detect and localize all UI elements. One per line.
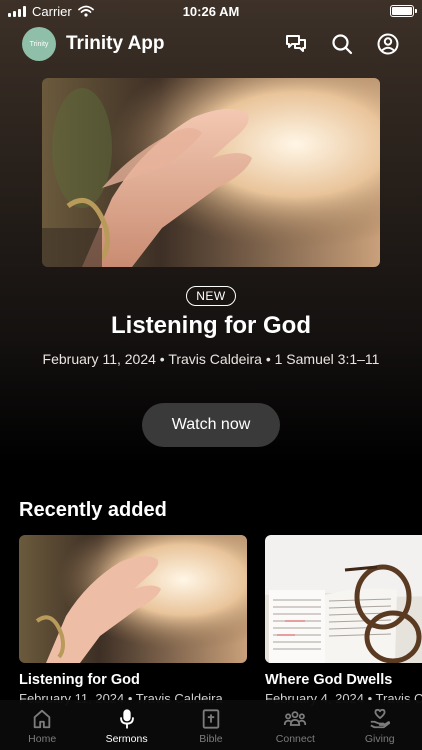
tab-bar: Home Sermons Bible Connect Giving xyxy=(0,700,422,750)
app-logo: Trinity xyxy=(22,27,56,61)
battery-icon xyxy=(389,5,417,17)
tab-label: Home xyxy=(28,733,57,745)
app-title: Trinity App xyxy=(66,33,165,54)
recently-added-heading: Recently added xyxy=(19,499,167,521)
tab-giving[interactable]: Giving xyxy=(338,707,422,750)
messages-icon[interactable] xyxy=(284,32,308,56)
card-title: Listening for God xyxy=(19,672,140,688)
tab-label: Bible xyxy=(199,733,223,745)
hero-meta: February 11, 2024 • Travis Caldeira • 1 … xyxy=(42,351,380,367)
tab-label: Sermons xyxy=(105,733,148,745)
carrier-label: Carrier xyxy=(32,3,72,19)
praying-hands-photo xyxy=(19,535,247,663)
new-badge: NEW xyxy=(186,286,236,306)
tab-label: Giving xyxy=(364,733,395,745)
people-icon xyxy=(283,707,307,731)
giving-hand-icon xyxy=(368,707,392,731)
bible-icon xyxy=(199,707,223,731)
app-logo-text: Trinity xyxy=(29,40,49,48)
sermon-card[interactable]: Listening for God February 11, 2024 • Tr… xyxy=(19,535,247,706)
wifi-icon xyxy=(77,5,94,17)
watch-now-button[interactable]: Watch now xyxy=(142,403,280,447)
tab-connect[interactable]: Connect xyxy=(253,707,337,750)
card-title: Where God Dwells xyxy=(265,672,393,688)
search-icon[interactable] xyxy=(330,32,354,56)
microphone-icon xyxy=(115,707,139,731)
tab-sermons[interactable]: Sermons xyxy=(85,707,169,750)
signal-icon xyxy=(8,5,26,17)
bible-glasses-photo xyxy=(265,535,422,663)
tab-label: Connect xyxy=(275,733,315,745)
hero-sermon-image[interactable] xyxy=(42,78,380,267)
profile-icon[interactable] xyxy=(376,32,400,56)
tab-home[interactable]: Home xyxy=(0,707,84,750)
status-time: 10:26 AM xyxy=(182,3,240,19)
app-header: Trinity Trinity App xyxy=(0,26,422,62)
status-bar: Carrier 10:26 AM xyxy=(0,0,422,22)
sermons-screen: Carrier 10:26 AM Trinity Trinity App NEW… xyxy=(0,0,422,750)
recently-added-carousel[interactable]: Listening for God February 11, 2024 • Tr… xyxy=(19,535,422,710)
tab-bible[interactable]: Bible xyxy=(169,707,253,750)
sermon-card[interactable]: Where God Dwells February 4, 2024 • Trav… xyxy=(265,535,422,706)
hero-title: Listening for God xyxy=(111,312,311,339)
home-icon xyxy=(30,707,54,731)
